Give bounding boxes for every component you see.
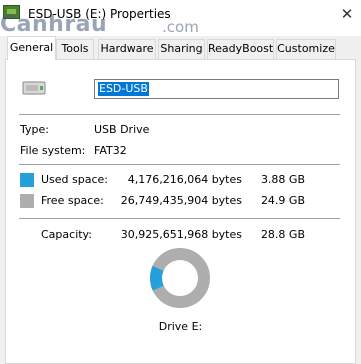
free-space-bytes: 26,749,435,904 bytes bbox=[120, 194, 242, 207]
used-space-bytes: 4,176,216,064 bytes bbox=[127, 173, 242, 186]
type-label: Type: bbox=[20, 123, 49, 136]
used-space-label: Used space: bbox=[41, 173, 109, 186]
used-space-swatch bbox=[20, 173, 34, 187]
file-system-label: File system: bbox=[20, 144, 86, 157]
general-tab-panel bbox=[5, 59, 356, 364]
type-value: USB Drive bbox=[94, 123, 150, 136]
tab-tools[interactable]: Tools bbox=[56, 39, 94, 59]
free-space-ring bbox=[150, 248, 210, 308]
title-bar: ESD-USB (E:) Properties Canhrau .com ✕ bbox=[0, 0, 361, 37]
divider bbox=[19, 164, 340, 165]
file-system-value: FAT32 bbox=[94, 144, 127, 157]
free-space-label: Free space: bbox=[41, 194, 104, 207]
capacity-size: 28.8 GB bbox=[260, 228, 305, 241]
free-space-swatch bbox=[20, 194, 34, 208]
divider bbox=[19, 218, 340, 219]
drive-label: Drive E: bbox=[158, 320, 203, 333]
usb-drive-icon bbox=[22, 81, 46, 95]
tab-readyboost[interactable]: ReadyBoost bbox=[207, 39, 274, 59]
close-button[interactable]: ✕ bbox=[338, 6, 356, 22]
usage-donut-chart bbox=[150, 248, 210, 308]
tab-strip: General Tools Hardware Sharing ReadyBoos… bbox=[0, 36, 361, 60]
volume-name-value: ESD-USB bbox=[98, 82, 149, 96]
tab-customize[interactable]: Customize bbox=[276, 39, 336, 59]
used-space-size: 3.88 GB bbox=[260, 173, 305, 186]
free-space-size: 24.9 GB bbox=[260, 194, 305, 207]
volume-name-input[interactable]: ESD-USB bbox=[94, 79, 339, 99]
capacity-label: Capacity: bbox=[41, 228, 92, 241]
tab-hardware[interactable]: Hardware bbox=[98, 39, 156, 59]
watermark: Canhrau bbox=[0, 12, 108, 37]
watermark-suffix: .com bbox=[162, 18, 199, 36]
tab-general[interactable]: General bbox=[7, 36, 56, 60]
capacity-bytes: 30,925,651,968 bytes bbox=[120, 228, 242, 241]
tab-sharing[interactable]: Sharing bbox=[158, 39, 205, 59]
divider bbox=[19, 114, 340, 115]
